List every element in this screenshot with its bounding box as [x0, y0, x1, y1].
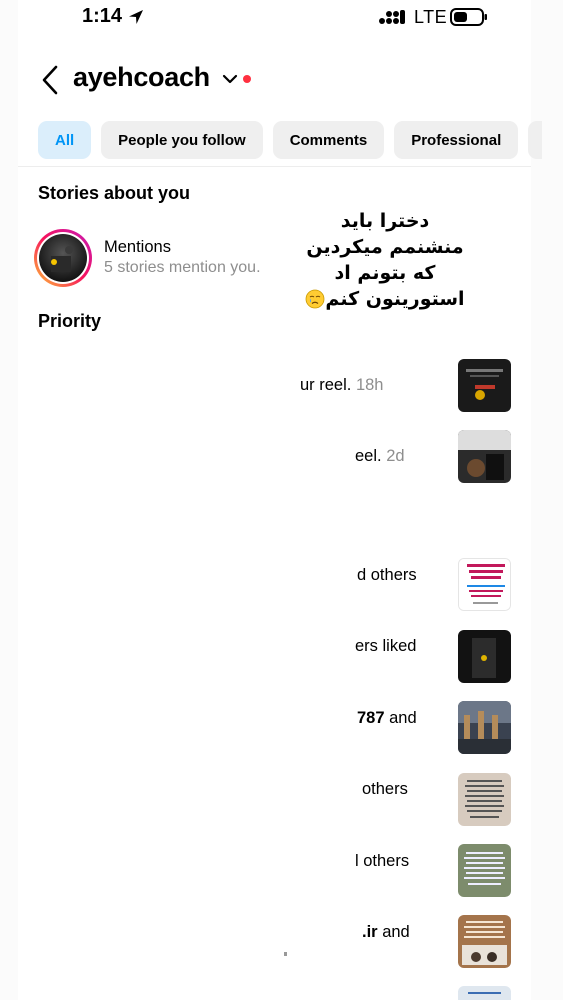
divider	[284, 952, 287, 956]
activity-text: d others	[357, 566, 417, 584]
divider	[18, 166, 531, 167]
overlay-line: که بتونم اد	[334, 262, 436, 284]
activity-item-text: ers liked	[355, 637, 416, 656]
battery-icon	[450, 8, 487, 26]
activity-text: .ir	[362, 923, 378, 941]
activity-item-text: d others	[357, 566, 417, 585]
mentions-subtitle: 5 stories mention you.	[104, 259, 261, 276]
activity-time: 2d	[386, 447, 405, 465]
post-thumbnail[interactable]	[458, 359, 511, 412]
activity-text: l others	[355, 852, 410, 870]
post-thumbnail[interactable]	[458, 986, 511, 1000]
tab-comments[interactable]: Comments	[272, 121, 385, 159]
activity-text: others	[362, 780, 408, 798]
activity-time: 18h	[355, 376, 384, 394]
post-thumbnail[interactable]	[458, 430, 511, 483]
activity-text: and	[389, 709, 417, 727]
story-overlay-text: دخترا باید منشنمم میکردین که بتونم اد اس…	[300, 208, 470, 312]
post-thumbnail[interactable]	[458, 558, 511, 611]
cellular-signal-icon	[379, 10, 405, 24]
section-title-stories: Stories about you	[38, 183, 191, 203]
frame-edge	[0, 0, 18, 1000]
overlay-line: دخترا باید	[340, 210, 430, 232]
status-time: 1:14	[82, 5, 123, 27]
activity-item-text: .ir and	[362, 923, 410, 942]
post-thumbnail[interactable]	[458, 844, 511, 897]
overlay-line: استورینون کنم	[325, 288, 465, 310]
activity-text: and	[382, 923, 410, 941]
activity-item-text: l others	[355, 852, 409, 871]
activity-text: 787	[357, 709, 385, 727]
tab-professional[interactable]: Professional	[394, 121, 519, 159]
activity-text: ers liked	[355, 637, 417, 655]
post-thumbnail[interactable]	[458, 773, 511, 826]
activity-screen: 1:14 LTE ayehcoach All People you follow…	[0, 0, 563, 1000]
tab-more[interactable]	[528, 121, 543, 159]
activity-text: eel.	[355, 447, 382, 465]
mentions-avatar[interactable]	[33, 228, 93, 288]
post-thumbnail[interactable]	[458, 701, 511, 754]
overlay-line: منشنمم میکردین	[306, 236, 464, 258]
mentions-title[interactable]: Mentions	[104, 238, 171, 257]
section-title-priority: Priority	[38, 311, 102, 331]
tab-all[interactable]: All	[38, 121, 92, 159]
network-label: LTE	[414, 7, 448, 27]
activity-item-text: others	[362, 780, 408, 799]
back-icon[interactable]	[38, 64, 62, 96]
crying-face-icon	[306, 289, 325, 309]
chevron-down-icon[interactable]	[222, 73, 238, 85]
location-arrow-icon	[129, 10, 143, 24]
post-thumbnail[interactable]	[458, 915, 511, 968]
filter-tabs: All People you follow Comments Professio…	[38, 121, 543, 159]
activity-item-text: 787 and	[357, 709, 417, 728]
activity-item-text: ur reel. 18h	[300, 376, 383, 395]
activity-item-text: eel. 2d	[355, 447, 405, 466]
tab-people-you-follow[interactable]: People you follow	[101, 121, 263, 159]
notification-dot	[243, 75, 251, 83]
account-name[interactable]: ayehcoach	[73, 62, 210, 93]
status-bar: 1:14 LTE	[0, 0, 563, 36]
activity-text: ur reel.	[300, 376, 352, 394]
post-thumbnail[interactable]	[458, 630, 511, 683]
